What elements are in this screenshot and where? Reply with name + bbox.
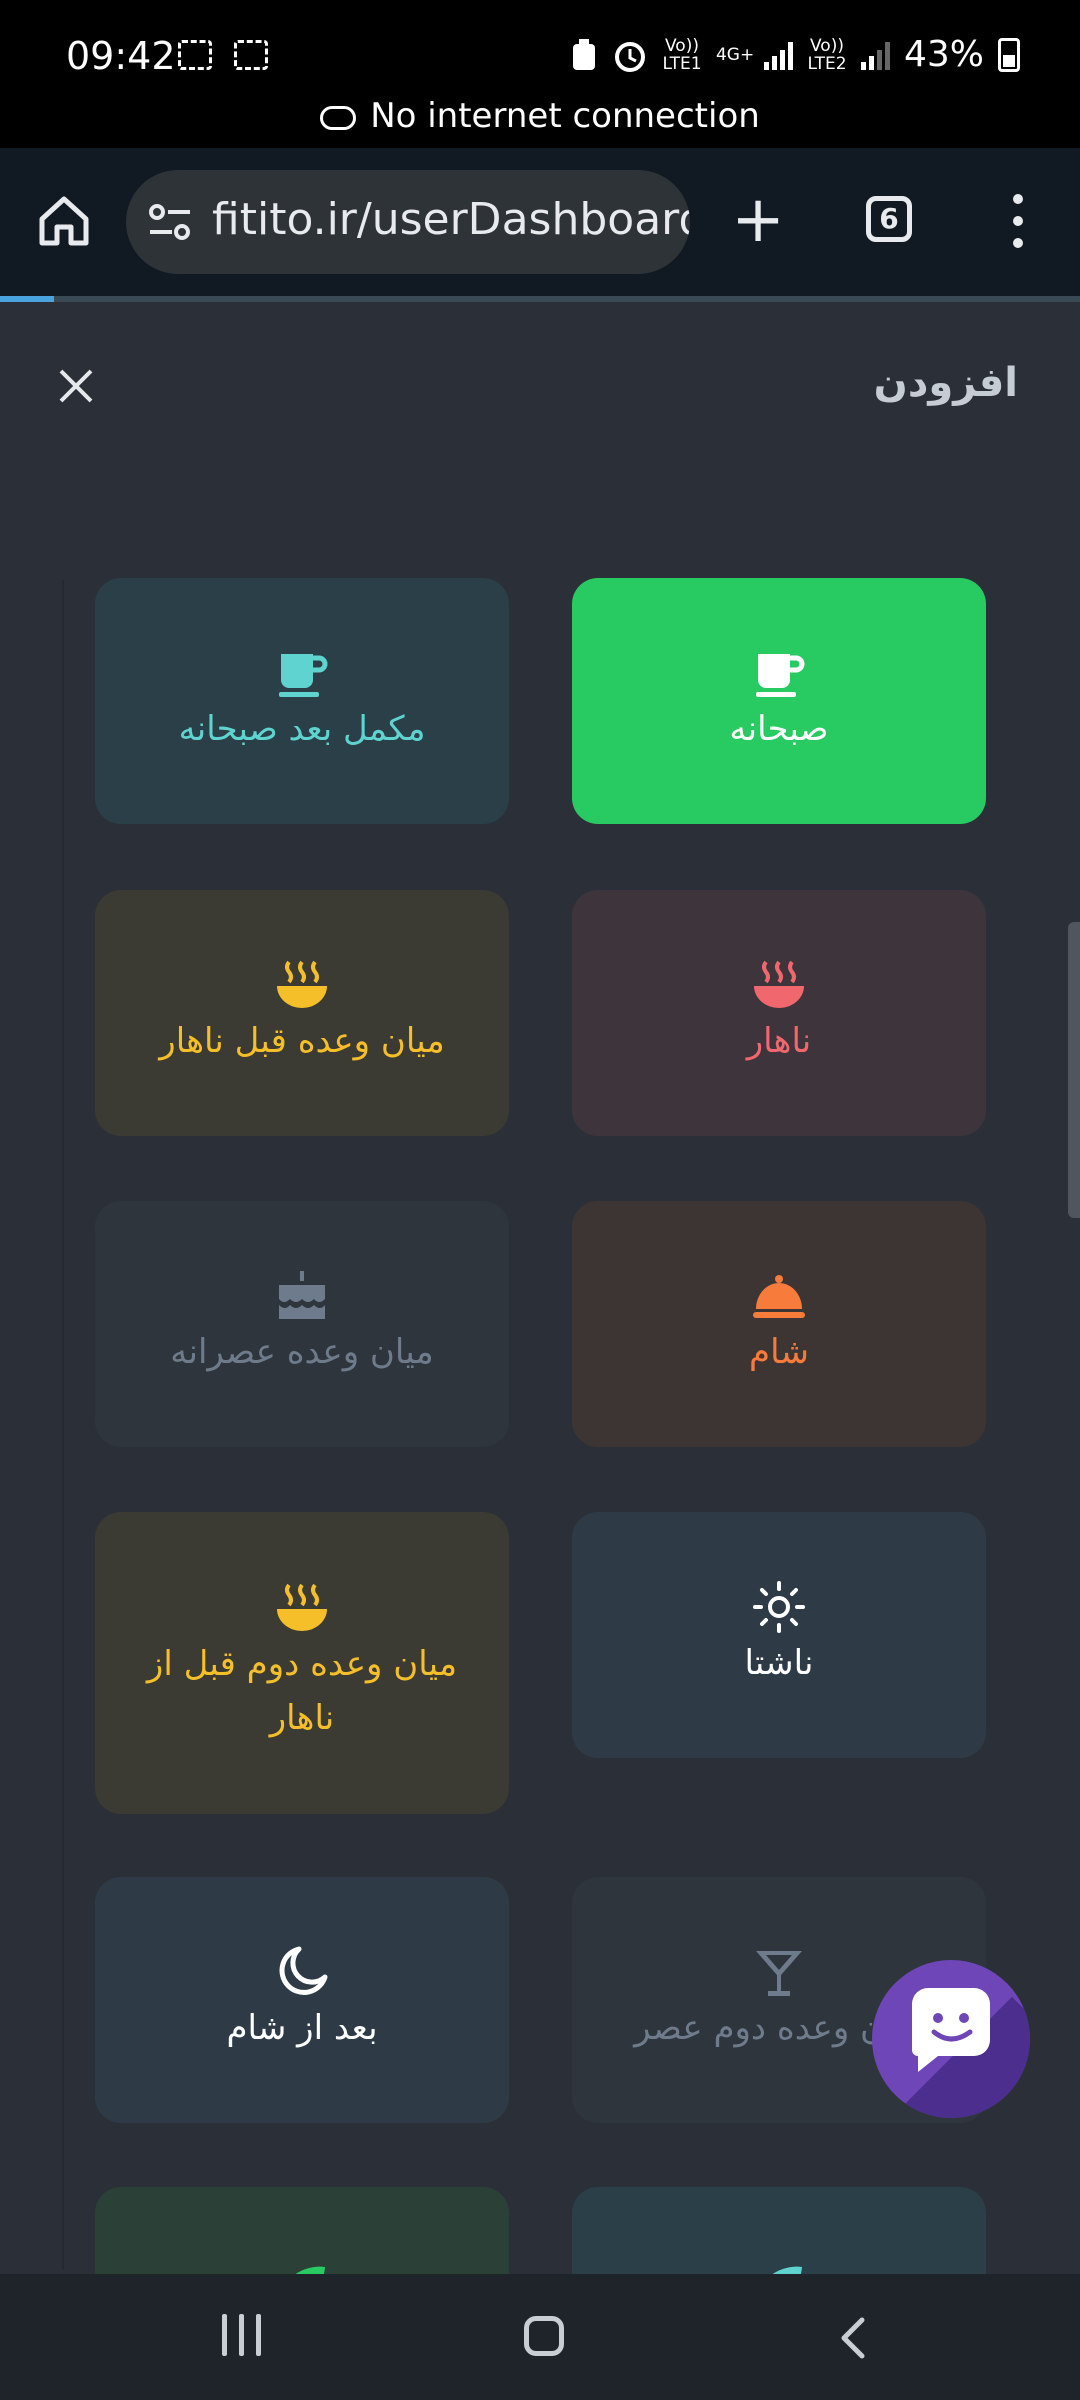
cloud-off-icon xyxy=(320,105,357,130)
more-menu-button[interactable] xyxy=(1000,194,1036,250)
signal-2-icon xyxy=(860,40,890,70)
cake-icon xyxy=(279,1271,325,1319)
meal-label: ناهار xyxy=(746,1021,812,1061)
status-time: 09:42 xyxy=(66,34,176,78)
status-left-icons xyxy=(178,40,268,70)
content-divider xyxy=(62,580,64,2270)
modal-title: افزودن xyxy=(873,360,1018,406)
chat-support-button[interactable] xyxy=(872,1960,1030,2118)
meal-card-pre-lunch-snack[interactable]: میان وعده قبل ناهار xyxy=(95,890,509,1136)
page-load-progress xyxy=(0,296,1080,302)
screen-record-icon xyxy=(234,40,268,70)
network-type-label: 4G+ xyxy=(715,44,755,65)
meal-card-afternoon-snack[interactable]: میان وعده عصرانه xyxy=(95,1201,509,1447)
recents-button[interactable] xyxy=(222,2314,261,2356)
cocktail-icon xyxy=(756,1951,802,1996)
meal-card-dinner[interactable]: شام xyxy=(572,1201,986,1447)
battery-percent: 43% xyxy=(903,34,984,75)
browser-toolbar: fitito.ir/userDashboard + 6 xyxy=(0,148,1080,296)
meal-card-second-pre-lunch-snack[interactable]: میان وعده دوم قبل از ناهار xyxy=(95,1512,509,1814)
screenshot-icon xyxy=(178,40,212,70)
meal-card-fasting[interactable]: ناشتا xyxy=(572,1512,986,1758)
data-saver-icon xyxy=(572,38,595,70)
hot-bowl-icon xyxy=(277,960,327,1008)
back-button[interactable] xyxy=(832,2314,876,2362)
site-settings-icon[interactable] xyxy=(148,202,192,242)
home-button[interactable] xyxy=(524,2316,564,2356)
network-lte1-label: Vo)) LTE1 xyxy=(662,35,702,74)
status-bar: 09:42 Vo)) LTE1 4G+ Vo)) LTE2 43% No int… xyxy=(0,0,1080,148)
hot-bowl-icon xyxy=(754,960,804,1008)
meal-label: میان وعده دوم قبل از ناهار xyxy=(146,1644,458,1738)
new-tab-button[interactable]: + xyxy=(730,188,786,252)
coffee-cup-icon xyxy=(756,654,805,697)
signal-1-icon xyxy=(763,40,793,70)
scrollbar[interactable] xyxy=(1068,922,1080,1218)
meal-card-after-dinner[interactable]: بعد از شام xyxy=(95,1877,509,2123)
address-bar[interactable]: fitito.ir/userDashboard xyxy=(126,170,690,274)
no-internet-text: No internet connection xyxy=(370,96,760,136)
meal-label: صبحانه xyxy=(729,709,829,749)
no-internet-banner: No internet connection xyxy=(0,96,1080,136)
meal-label: ناشتا xyxy=(744,1643,814,1683)
meal-card-lunch[interactable]: ناهار xyxy=(572,890,986,1136)
sun-icon xyxy=(753,1581,805,1633)
home-icon[interactable] xyxy=(36,193,92,249)
cloche-icon xyxy=(753,1275,805,1318)
moon-icon xyxy=(279,1946,328,1995)
battery-icon xyxy=(998,37,1020,72)
chat-bubble-icon xyxy=(912,1988,990,2072)
alarm-icon xyxy=(614,41,645,72)
coffee-cup-icon xyxy=(279,654,328,697)
meal-card-breakfast[interactable]: صبحانه xyxy=(572,578,986,824)
meal-label: بعد از شام xyxy=(226,2008,378,2048)
network-lte2-label: Vo)) LTE2 xyxy=(807,35,847,74)
status-right-icons: Vo)) LTE1 4G+ Vo)) LTE2 43% xyxy=(570,34,1020,75)
meal-label: میان وعده قبل ناهار xyxy=(159,1021,445,1061)
close-button[interactable] xyxy=(56,366,96,406)
meal-label: شام xyxy=(749,1332,809,1372)
system-nav-bar xyxy=(0,2274,1080,2400)
hot-bowl-icon xyxy=(277,1583,327,1631)
meal-label: میان وعده عصرانه xyxy=(170,1332,434,1372)
meal-label: مکمل بعد صبحانه xyxy=(178,709,426,749)
url-text: fitito.ir/userDashboard xyxy=(212,194,690,245)
meal-card-post-breakfast-supplement[interactable]: مکمل بعد صبحانه xyxy=(95,578,509,824)
tab-switcher-button[interactable]: 6 xyxy=(866,196,912,242)
